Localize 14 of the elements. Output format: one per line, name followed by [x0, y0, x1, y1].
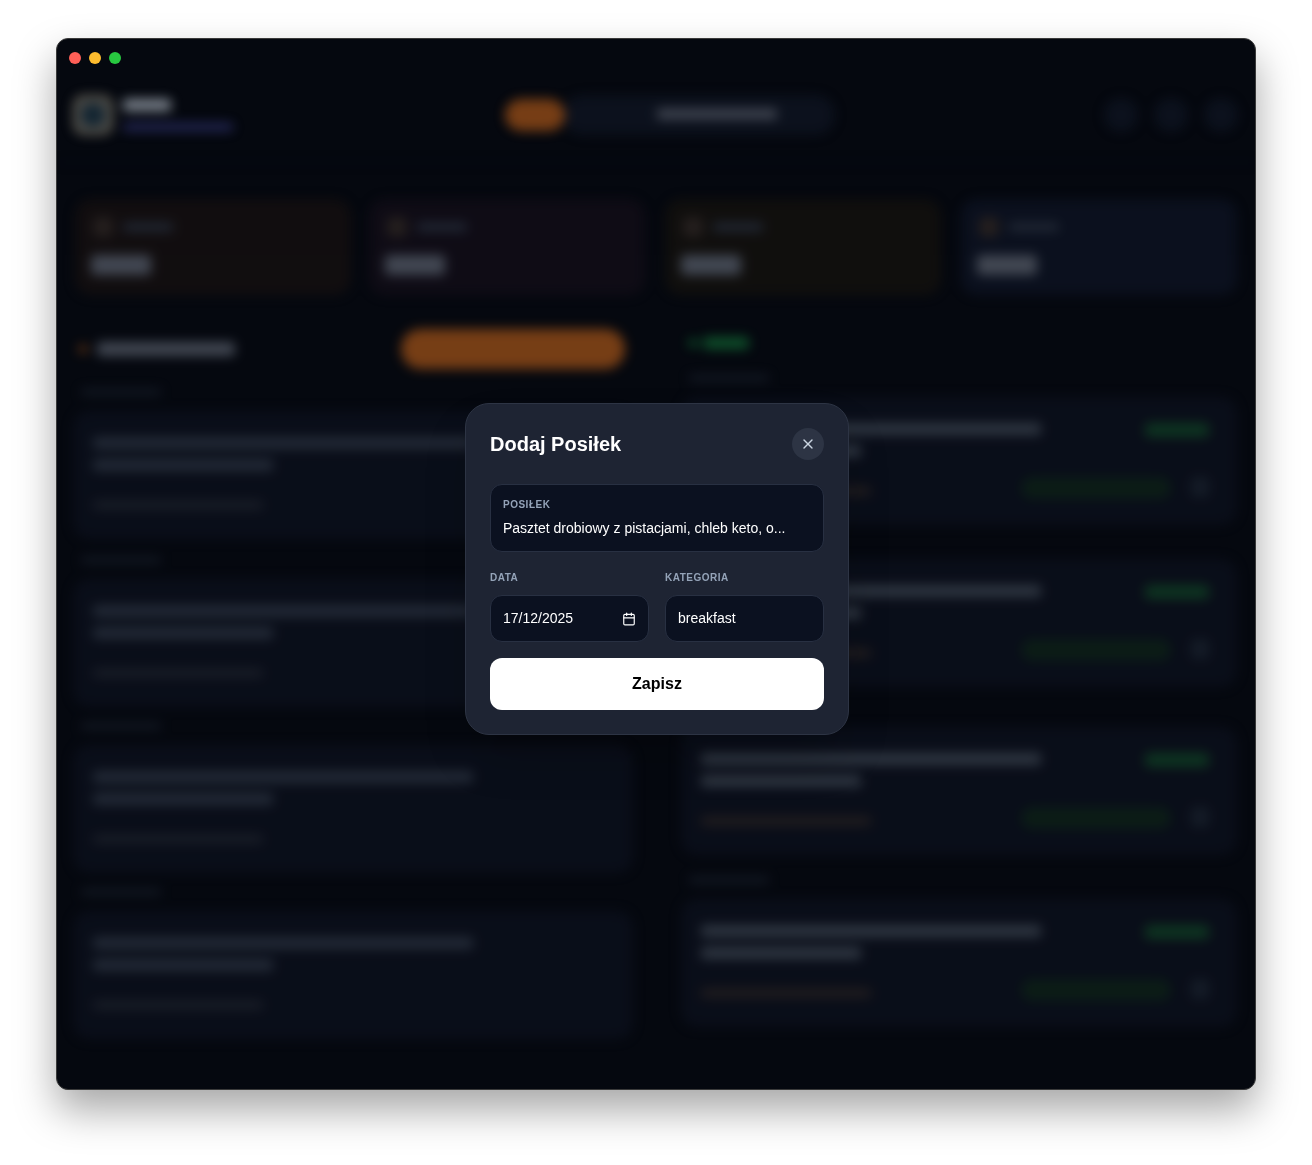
dialog-title: Dodaj Posiłek [490, 432, 622, 457]
calendar-icon[interactable] [622, 611, 636, 626]
field-label: KATEGORIA [665, 571, 730, 585]
save-button[interactable]: Zapisz [490, 658, 824, 710]
category-field[interactable]: breakfast [665, 595, 824, 642]
field-value: Pasztet drobiowy z pistacjami, chleb keto, o... [503, 519, 787, 538]
window-zoom-button[interactable] [109, 52, 121, 64]
date-field[interactable]: 17/12/2025 [490, 595, 649, 642]
meal-field[interactable]: POSIŁEK Pasztet drobiowy z pistacjami, chleb keto, o... [490, 484, 824, 552]
window-close-button[interactable] [69, 52, 81, 64]
field-label: POSIŁEK [503, 498, 552, 512]
window-minimize-button[interactable] [89, 52, 101, 64]
close-button[interactable] [792, 428, 824, 460]
field-label: DATA [490, 571, 520, 585]
